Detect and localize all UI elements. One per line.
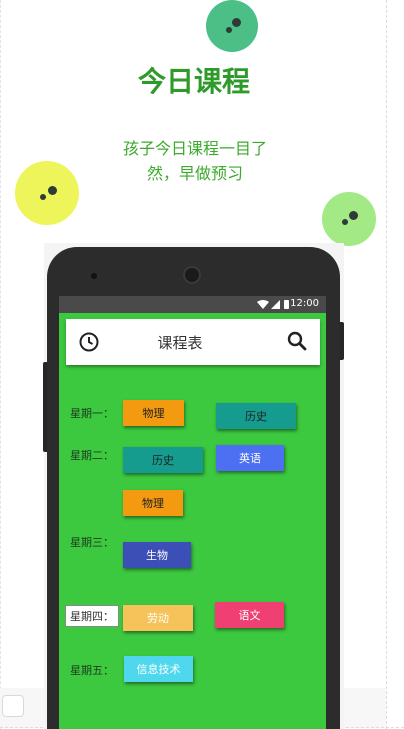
day-label-wednesday: 星期三： bbox=[70, 536, 114, 549]
decor-bubble-left bbox=[15, 161, 79, 225]
search-icon[interactable] bbox=[286, 330, 308, 352]
course-chip-biology-wed[interactable]: 生物 bbox=[123, 542, 191, 568]
course-chip-physics-mon[interactable]: 物理 bbox=[123, 400, 184, 426]
promo-subtitle: 孩子今日课程一目了然，早做预习 bbox=[122, 139, 267, 183]
phone-camera bbox=[91, 273, 97, 279]
course-chip-it-fri[interactable]: 信息技术 bbox=[124, 656, 193, 682]
course-chip-physics-wed[interactable]: 物理 bbox=[123, 490, 183, 516]
page-border-left bbox=[0, 0, 1, 729]
day-label-friday: 星期五： bbox=[70, 664, 114, 677]
phone-speaker bbox=[183, 266, 201, 284]
decor-bubble-right bbox=[322, 192, 376, 246]
promo-title: 今日课程 bbox=[137, 65, 250, 98]
status-bar: 12:00 bbox=[59, 296, 326, 313]
course-chip-history-mon[interactable]: 历史 bbox=[216, 403, 296, 429]
course-chip-chinese-thu[interactable]: 语文 bbox=[215, 602, 284, 628]
status-time: 12:00 bbox=[290, 298, 319, 309]
battery-icon bbox=[284, 300, 289, 309]
course-chip-history-tue[interactable]: 历史 bbox=[123, 447, 203, 473]
phone-screen: 12:00 课程表 星期一： 星期二： 星期三： 星期四： 星期五： 物理 历史… bbox=[59, 296, 326, 729]
day-label-thursday[interactable]: 星期四： bbox=[65, 605, 119, 627]
app-bar: 课程表 bbox=[66, 319, 320, 365]
course-chip-english-tue[interactable]: 英语 bbox=[216, 445, 284, 471]
wifi-icon bbox=[257, 300, 269, 309]
day-label-monday: 星期一： bbox=[70, 407, 114, 420]
page-border-right bbox=[386, 0, 387, 729]
checkbox[interactable] bbox=[2, 695, 24, 717]
decor-bubble-top bbox=[206, 0, 258, 52]
course-chip-labor-thu[interactable]: 劳动 bbox=[123, 605, 193, 631]
signal-icon bbox=[271, 300, 280, 309]
day-label-tuesday: 星期二： bbox=[70, 449, 114, 462]
phone-power-button bbox=[340, 322, 344, 360]
status-icons bbox=[257, 300, 289, 309]
app-bar-title: 课程表 bbox=[157, 334, 203, 352]
